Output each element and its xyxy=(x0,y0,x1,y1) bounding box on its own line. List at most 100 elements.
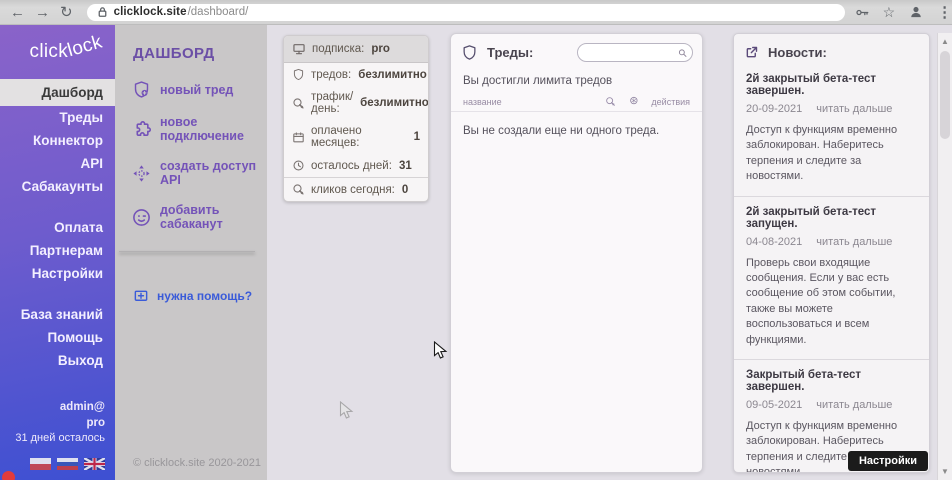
account-days-left: 31 дней осталось xyxy=(0,431,105,446)
threads-limit-value: безлимитно xyxy=(358,69,427,81)
help-plus-icon xyxy=(133,288,149,304)
paid-months-value: 1 xyxy=(414,131,420,143)
uk-flag[interactable] xyxy=(84,458,105,470)
move-arrows-icon xyxy=(132,164,151,183)
news-item-title: 2й закрытый бета-тест запущен. xyxy=(746,206,917,230)
panel-divider xyxy=(119,251,255,252)
sidebar-item-threads[interactable]: Треды xyxy=(0,106,115,129)
threads-limit-row: тредов: безлимитно xyxy=(284,63,428,86)
threads-search-box[interactable] xyxy=(577,43,693,62)
subscription-header: подписка: pro xyxy=(284,36,428,63)
address-bar[interactable]: clicklock.site /dashboard/ xyxy=(87,4,845,21)
news-item-date: 09-05-2021 xyxy=(746,399,802,411)
reload-icon[interactable]: ↻ xyxy=(60,5,73,20)
sidebar-item-payment[interactable]: Оплата xyxy=(0,216,115,239)
clicks-today-row: кликов сегодня: 0 xyxy=(284,177,428,201)
news-header: Новости: xyxy=(734,34,929,69)
news-item-date: 04-08-2021 xyxy=(746,236,802,248)
subscription-card: подписка: pro тредов: безлимитно трафик/… xyxy=(283,35,429,202)
browser-toolbar: ← → ↻ clicklock.site /dashboard/ ☆ ⋮ xyxy=(0,0,952,25)
window-scrollbar[interactable]: ▲ ▼ xyxy=(937,33,952,480)
news-item: 2й закрытый бета-тест запущен. 04-08-202… xyxy=(734,196,929,359)
new-thread-link[interactable]: новый тред xyxy=(132,80,267,99)
clock-icon xyxy=(292,159,305,172)
threads-limit-message: Вы достигли лимита тредов xyxy=(451,68,702,92)
face-icon xyxy=(132,208,151,227)
scroll-up-icon[interactable]: ▲ xyxy=(938,37,952,46)
monitor-icon xyxy=(292,42,306,56)
new-connection-link[interactable]: новое подключение xyxy=(132,115,267,143)
add-subaccount-link[interactable]: добавить сабаканут xyxy=(132,203,267,231)
sidebar-item-knowledge-base[interactable]: База знаний xyxy=(0,303,115,326)
key-icon[interactable] xyxy=(855,5,870,20)
language-switcher xyxy=(0,446,115,480)
traffic-row: трафик/день: безлимитно xyxy=(284,86,428,120)
threads-header: Треды: xyxy=(451,34,702,68)
create-api-access-link[interactable]: создать доступ API xyxy=(132,159,267,187)
settings-tooltip-button[interactable]: Настройки xyxy=(848,451,928,471)
new-connection-label: новое подключение xyxy=(160,115,267,143)
scrollbar-thumb[interactable] xyxy=(940,51,950,139)
paid-months-label: оплачено месяцев: xyxy=(311,125,407,149)
sidebar-item-connector[interactable]: Коннектор xyxy=(0,129,115,152)
threads-panel: Треды: Вы достигли лимита тредов названи… xyxy=(450,33,703,473)
status-column-icon: ⊛ xyxy=(629,96,638,107)
lock-icon xyxy=(97,6,108,18)
sidebar-item-subaccounts[interactable]: Сабакаунты xyxy=(0,175,115,198)
bookmark-star-icon[interactable]: ☆ xyxy=(883,5,896,19)
logo-part1: click xyxy=(30,41,68,62)
news-item: 2й закрытый бета-тест завершен. 20-09-20… xyxy=(734,69,929,196)
dashboard-actions-panel: ДАШБОРД новый тред новое подключение соз… xyxy=(115,25,267,480)
need-help-link[interactable]: нужна помощь? xyxy=(133,288,267,304)
news-title: Новости: xyxy=(768,45,827,60)
scroll-down-icon[interactable]: ▼ xyxy=(938,467,952,476)
url-path: /dashboard/ xyxy=(188,6,249,18)
logo-part2: lock xyxy=(65,32,105,63)
sidebar-item-help[interactable]: Помощь xyxy=(0,326,115,349)
news-panel: Новости: 2й закрытый бета-тест завершен.… xyxy=(733,33,930,473)
shield-icon xyxy=(292,68,305,81)
sidebar-item-api[interactable]: API xyxy=(0,152,115,175)
news-item-title: Закрытый бета-тест завершен. xyxy=(746,369,917,393)
traffic-value: безлимитно xyxy=(360,97,429,109)
actions-panel-title: ДАШБОРД xyxy=(133,45,267,62)
read-more-link[interactable]: читать дальше xyxy=(816,236,892,248)
profile-avatar-icon[interactable] xyxy=(908,4,924,20)
puzzle-icon xyxy=(132,120,151,139)
threads-search-input[interactable] xyxy=(586,47,678,59)
days-left-label: осталось дней: xyxy=(311,160,392,172)
subscription-value: pro xyxy=(371,43,390,55)
column-actions: действия xyxy=(651,97,690,107)
read-more-link[interactable]: читать дальше xyxy=(816,399,892,411)
account-info: admin@ pro 31 дней осталось xyxy=(0,400,115,446)
account-plan: pro xyxy=(0,416,105,432)
page-content: clicklock Дашборд Треды Коннектор API Са… xyxy=(0,25,952,480)
traffic-label: трафик/день: xyxy=(311,91,353,115)
sidebar-item-dashboard[interactable]: Дашборд xyxy=(0,79,115,106)
new-thread-label: новый тред xyxy=(160,83,233,97)
main-area: подписка: pro тредов: безлимитно трафик/… xyxy=(267,25,952,480)
russia-flag[interactable] xyxy=(57,458,78,470)
forward-icon[interactable]: → xyxy=(35,5,50,20)
sidebar-item-partners[interactable]: Партнерам xyxy=(0,239,115,262)
click-icon xyxy=(292,97,305,110)
threads-title: Треды: xyxy=(487,45,533,60)
threads-limit-label: тредов: xyxy=(311,69,351,81)
browser-menu-icon[interactable]: ⋮ xyxy=(937,5,952,20)
clicks-today-label: кликов сегодня: xyxy=(311,184,395,196)
days-left-value: 31 xyxy=(399,160,412,172)
shield-icon xyxy=(461,44,478,61)
clicklock-logo: clicklock xyxy=(0,25,115,79)
recording-indicator-dot xyxy=(2,471,15,480)
read-more-link[interactable]: читать дальше xyxy=(816,103,892,115)
news-item-date: 20-09-2021 xyxy=(746,103,802,115)
search-icon[interactable] xyxy=(678,47,687,59)
sidebar-item-settings[interactable]: Настройки xyxy=(0,262,115,285)
days-left-row: осталось дней: 31 xyxy=(284,154,428,177)
back-icon[interactable]: ← xyxy=(10,5,25,20)
threads-empty-message: Вы не создали еще ни одного треда. xyxy=(451,112,702,150)
poland-flag[interactable] xyxy=(30,458,51,470)
threads-table-header: название ⊛ действия xyxy=(451,92,702,112)
paid-months-row: оплачено месяцев: 1 xyxy=(284,120,428,154)
sidebar-item-logout[interactable]: Выход xyxy=(0,349,115,372)
